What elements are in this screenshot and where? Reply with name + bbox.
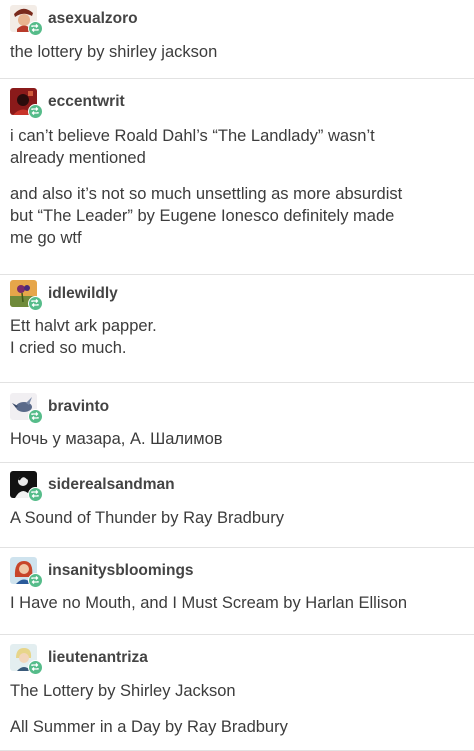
username[interactable]: eccentwrit [48, 93, 125, 111]
reblog-icon [28, 573, 43, 588]
reblog-entry: siderealsandman A Sound of Thunder by Ra… [0, 463, 474, 548]
post-text: i can’t believe Roald Dahl’s “The Landla… [10, 127, 375, 167]
username[interactable]: asexualzoro [48, 10, 138, 28]
reblog-entry: insanitysbloomings I Have no Mouth, and … [0, 548, 474, 635]
reblog-icon [28, 21, 43, 36]
reblog-entry: bravinto Ночь у мазара, А. Шалимов [0, 383, 474, 463]
username[interactable]: bravinto [48, 398, 109, 416]
post-text: A Sound of Thunder by Ray Bradbury [10, 509, 284, 527]
reblog-entry: idlewildly Ett halvt ark papper. I cried… [0, 275, 474, 383]
post-text: All Summer in a Day by Ray Bradbury [10, 718, 288, 736]
username[interactable]: siderealsandman [48, 476, 175, 494]
reblog-icon [28, 296, 43, 311]
username[interactable]: lieutenantriza [48, 649, 148, 667]
post-text: Ночь у мазара, А. Шалимов [10, 430, 223, 448]
reblog-entry: eccentwrit i can’t believe Roald Dahl’s … [0, 79, 474, 275]
reblog-icon [28, 409, 43, 424]
reblog-entry: lieutenantriza The Lottery by Shirley Ja… [0, 635, 474, 751]
reblog-icon [28, 660, 43, 675]
post-text: and also it’s not so much unsettling as … [10, 185, 403, 247]
reblog-entry: asexualzoro the lottery by shirley jacks… [0, 0, 474, 79]
username[interactable]: idlewildly [48, 285, 118, 303]
reblog-icon [28, 104, 43, 119]
username[interactable]: insanitysbloomings [48, 562, 194, 580]
reblog-icon [28, 487, 43, 502]
post-text: the lottery by shirley jackson [10, 43, 218, 61]
post-text: Ett halvt ark papper. I cried so much. [10, 317, 157, 357]
post-text: I Have no Mouth, and I Must Scream by Ha… [10, 594, 408, 612]
post-text: The Lottery by Shirley Jackson [10, 682, 236, 700]
